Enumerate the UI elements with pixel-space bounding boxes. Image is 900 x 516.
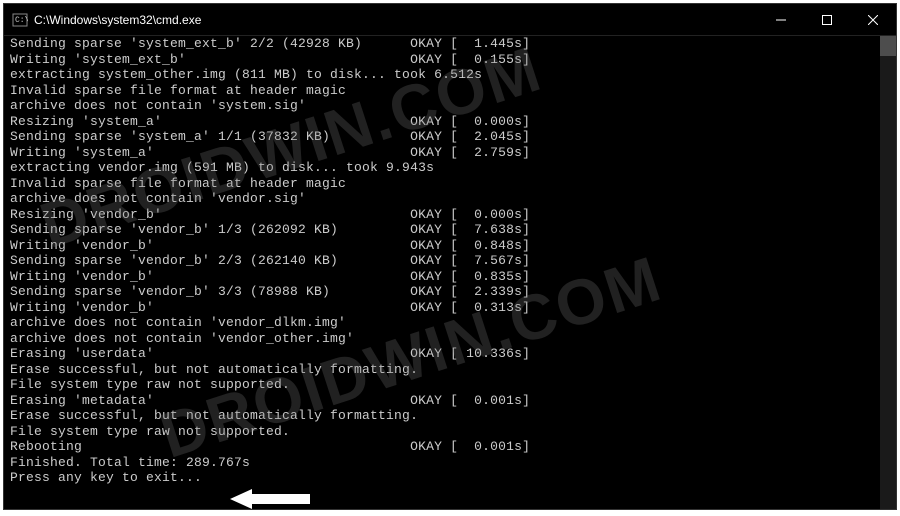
window-controls: [758, 4, 896, 35]
svg-text:C:\: C:\: [15, 16, 28, 25]
console-output: Sending sparse 'system_ext_b' 2/2 (42928…: [4, 36, 896, 486]
scrollbar[interactable]: [880, 36, 896, 509]
close-button[interactable]: [850, 4, 896, 35]
window-title: C:\Windows\system32\cmd.exe: [34, 13, 758, 27]
cmd-window: C:\ C:\Windows\system32\cmd.exe Sending …: [3, 3, 897, 510]
titlebar[interactable]: C:\ C:\Windows\system32\cmd.exe: [4, 4, 896, 36]
console-content[interactable]: Sending sparse 'system_ext_b' 2/2 (42928…: [4, 36, 896, 509]
scrollbar-thumb[interactable]: [880, 36, 896, 56]
cmd-icon: C:\: [12, 12, 28, 28]
minimize-button[interactable]: [758, 4, 804, 35]
maximize-button[interactable]: [804, 4, 850, 35]
